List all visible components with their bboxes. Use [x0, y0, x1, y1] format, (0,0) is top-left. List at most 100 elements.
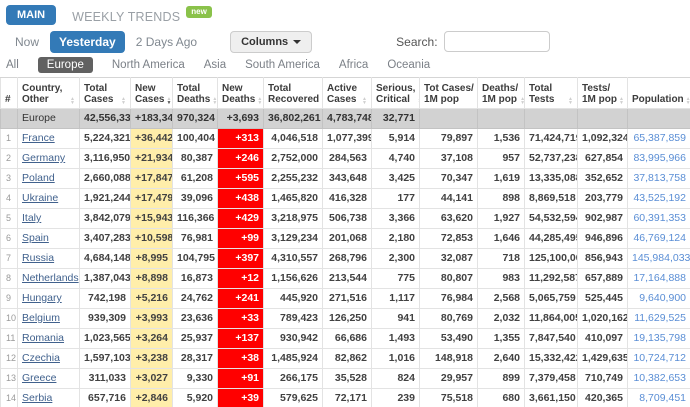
col-header-total-tests[interactable]: TotalTests▲▼ — [525, 78, 578, 109]
population-link[interactable]: 9,640,900 — [639, 292, 686, 304]
col-header-new-cases[interactable]: NewCases▲▼ — [131, 78, 173, 109]
col-header-deaths-1m[interactable]: Deaths/1M pop▲▼ — [478, 78, 525, 109]
population-link[interactable]: 83,995,966 — [633, 152, 686, 164]
region-tab-north-america[interactable]: North America — [112, 57, 185, 73]
population-link[interactable]: 17,164,888 — [633, 272, 686, 284]
cell-tests-1m: 856,943 — [578, 249, 628, 269]
time-filter-yesterday[interactable]: Yesterday — [50, 31, 125, 53]
country-link[interactable]: Italy — [22, 212, 41, 224]
col-header-total-recovered[interactable]: TotalRecovered▲▼ — [264, 78, 323, 109]
cell-active-cases: 4,783,748 — [323, 109, 372, 129]
weekly-trends-tab[interactable]: WEEKLY TRENDS new — [72, 7, 212, 24]
population-link[interactable]: 10,724,712 — [633, 352, 686, 364]
country-link[interactable]: Czechia — [22, 352, 60, 364]
country-link[interactable]: Germany — [22, 152, 65, 164]
cell-total-cases: 939,309 — [80, 309, 131, 329]
cell-population: 10,382,653 — [628, 369, 690, 389]
country-link[interactable]: Romania — [22, 332, 64, 344]
cell-country: Hungary — [18, 289, 80, 309]
country-link[interactable]: Greece — [22, 372, 56, 384]
cell-total-tests: 11,864,005 — [525, 309, 578, 329]
cell-total-recovered: 3,129,234 — [264, 229, 323, 249]
region-tab-africa[interactable]: Africa — [339, 57, 368, 73]
region-tab-europe[interactable]: Europe — [38, 57, 93, 73]
population-link[interactable]: 8,709,451 — [639, 392, 686, 404]
population-link[interactable]: 43,525,192 — [633, 192, 686, 204]
region-tab-all[interactable]: All — [6, 57, 19, 73]
cell-total-cases: 4,684,148 — [80, 249, 131, 269]
region-tab-oceania[interactable]: Oceania — [387, 57, 430, 73]
country-link[interactable]: Belgium — [22, 312, 60, 324]
cell-total-deaths: 28,317 — [173, 349, 218, 369]
table-row: 9Hungary742,198+5,21624,762+241445,92027… — [1, 289, 690, 309]
time-filter-now[interactable]: Now — [6, 31, 48, 53]
main-tab-button[interactable]: MAIN — [6, 5, 56, 25]
col-header-population[interactable]: Population▲▼ — [628, 78, 690, 109]
cell-serious-critical: 3,425 — [372, 169, 420, 189]
country-link[interactable]: Spain — [22, 232, 49, 244]
cell-deaths-1m: 680 — [478, 389, 525, 407]
cell-tot-cases-1m: 72,853 — [420, 229, 478, 249]
country-link[interactable]: Serbia — [22, 392, 52, 404]
cell-total-recovered: 4,310,557 — [264, 249, 323, 269]
cell-active-cases: 506,738 — [323, 209, 372, 229]
table-row: 11Romania1,023,565+3,26425,937+137930,94… — [1, 329, 690, 349]
cell-new-cases: +3,238 — [131, 349, 173, 369]
cell-country: Europe — [18, 109, 80, 129]
col-header-total-deaths[interactable]: TotalDeaths▲▼ — [173, 78, 218, 109]
cell-rank: 2 — [1, 149, 18, 169]
col-header-tests-1m[interactable]: Tests/1M pop▲▼ — [578, 78, 628, 109]
new-badge: new — [186, 6, 212, 18]
cell-population: 65,387,859 — [628, 129, 690, 149]
cell-total-cases: 1,921,244 — [80, 189, 131, 209]
cell-tot-cases-1m: 63,620 — [420, 209, 478, 229]
cell-country: Spain — [18, 229, 80, 249]
search-input[interactable] — [444, 31, 550, 52]
population-link[interactable]: 11,629,525 — [634, 312, 686, 324]
country-link[interactable]: Russia — [22, 252, 54, 264]
cell-rank — [1, 109, 18, 129]
columns-dropdown-button[interactable]: Columns — [230, 31, 312, 53]
time-filter-2-days-ago[interactable]: 2 Days Ago — [127, 31, 206, 53]
cell-new-cases: +17,847 — [131, 169, 173, 189]
col-header-country[interactable]: Country,Other▲▼ — [18, 78, 80, 109]
cell-new-cases: +36,442 — [131, 129, 173, 149]
cell-total-cases: 3,842,079 — [80, 209, 131, 229]
cell-serious-critical: 4,740 — [372, 149, 420, 169]
cell-total-cases: 3,116,950 — [80, 149, 131, 169]
population-link[interactable]: 65,387,859 — [633, 132, 686, 144]
population-link[interactable]: 37,813,758 — [633, 172, 686, 184]
cell-total-deaths: 100,404 — [173, 129, 218, 149]
col-header-new-deaths[interactable]: NewDeaths▲▼ — [218, 78, 264, 109]
cell-rank: 9 — [1, 289, 18, 309]
cell-serious-critical: 32,771 — [372, 109, 420, 129]
cell-country: Greece — [18, 369, 80, 389]
country-link[interactable]: Netherlands — [22, 272, 79, 284]
cell-total-cases: 2,660,088 — [80, 169, 131, 189]
country-link[interactable]: Ukraine — [22, 192, 58, 204]
cell-total-tests: 5,065,759 — [525, 289, 578, 309]
country-link[interactable]: France — [22, 132, 55, 144]
col-header-active-cases[interactable]: ActiveCases▲▼ — [323, 78, 372, 109]
cell-country: Belgium — [18, 309, 80, 329]
col-header-tot-cases-1m[interactable]: Tot Cases/1M pop▲▼ — [420, 78, 478, 109]
cell-active-cases: 82,862 — [323, 349, 372, 369]
population-link[interactable]: 145,984,033 — [632, 252, 690, 264]
population-link[interactable]: 60,391,353 — [633, 212, 686, 224]
country-link[interactable]: Hungary — [22, 292, 62, 304]
region-tab-asia[interactable]: Asia — [204, 57, 226, 73]
population-link[interactable]: 46,769,124 — [633, 232, 686, 244]
country-link[interactable]: Poland — [22, 172, 55, 184]
population-link[interactable]: 10,382,653 — [633, 372, 686, 384]
cell-population: 60,391,353 — [628, 209, 690, 229]
region-tab-south-america[interactable]: South America — [245, 57, 320, 73]
cell-new-deaths: +12 — [218, 269, 264, 289]
col-header-total-cases[interactable]: TotalCases▲▼ — [80, 78, 131, 109]
summary-row-europe: Europe42,556,333+183,342970,324+3,69336,… — [1, 109, 690, 129]
cell-serious-critical: 239 — [372, 389, 420, 407]
cell-country: Romania — [18, 329, 80, 349]
col-header-serious-critical[interactable]: Serious,Critical▲▼ — [372, 78, 420, 109]
population-link[interactable]: 19,135,798 — [633, 332, 686, 344]
cell-new-deaths: +313 — [218, 129, 264, 149]
cell-new-deaths: +137 — [218, 329, 264, 349]
